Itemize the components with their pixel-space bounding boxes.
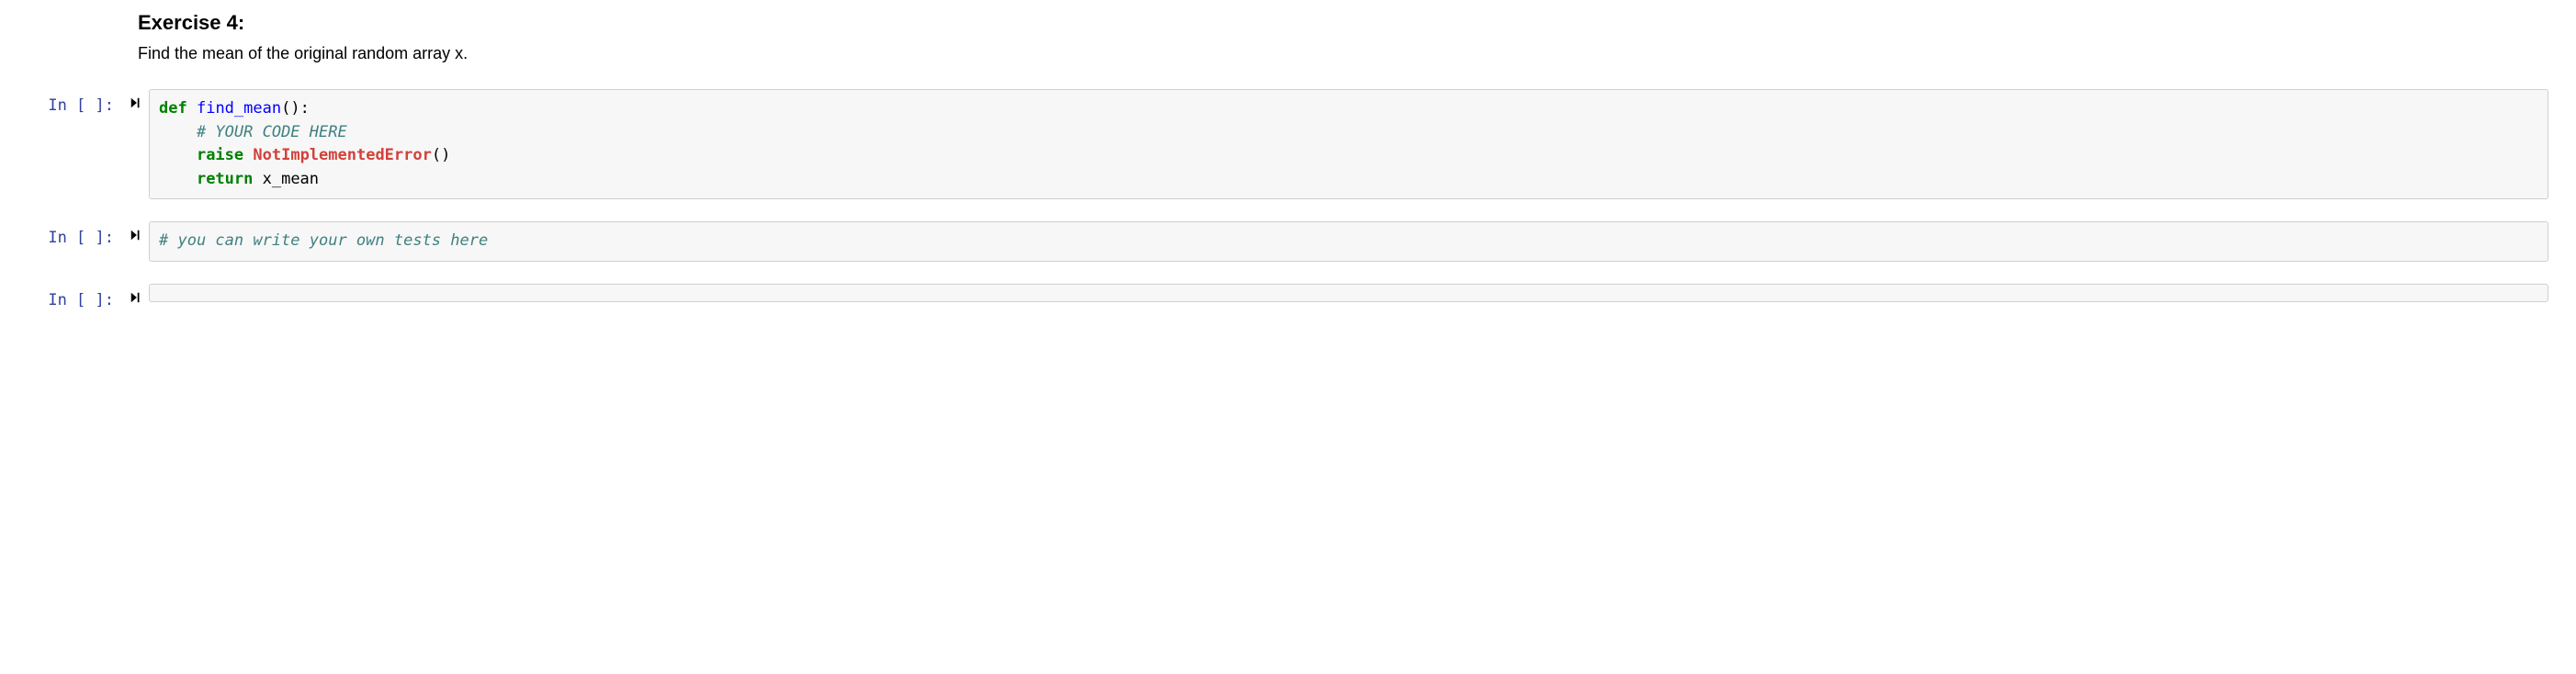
keyword-def: def <box>159 99 187 118</box>
markdown-cell: Exercise 4: Find the mean of the origina… <box>138 0 2548 89</box>
code-input[interactable]: # you can write your own tests here <box>149 221 2548 262</box>
exception-name: NotImplementedError <box>253 146 431 164</box>
function-name: find_mean <box>197 99 281 118</box>
code-input[interactable]: def find_mean(): # YOUR CODE HERE raise … <box>149 89 2548 199</box>
run-cell-button[interactable] <box>119 89 149 109</box>
comment: # you can write your own tests here <box>159 231 488 250</box>
input-prompt: In [ ]: <box>0 221 119 247</box>
input-prompt: In [ ]: <box>0 89 119 115</box>
exercise-heading: Exercise 4: <box>138 11 2548 35</box>
run-next-icon <box>130 96 142 109</box>
run-cell-button[interactable] <box>119 221 149 242</box>
code-cell: In [ ]: # you can write your own tests h… <box>0 221 2548 262</box>
code-text: (): <box>281 99 310 118</box>
notebook: Exercise 4: Find the mean of the origina… <box>0 0 2576 309</box>
code-text: x_mean <box>253 170 319 188</box>
run-next-icon <box>130 229 142 242</box>
keyword-return: return <box>197 170 253 188</box>
exercise-description: Find the mean of the original random arr… <box>138 44 2548 63</box>
run-next-icon <box>130 291 142 304</box>
code-input[interactable] <box>149 284 2548 302</box>
input-prompt: In [ ]: <box>0 284 119 309</box>
comment: # YOUR CODE HERE <box>197 123 347 141</box>
code-cell: In [ ]: def find_mean(): # YOUR CODE HER… <box>0 89 2548 199</box>
keyword-raise: raise <box>197 146 243 164</box>
code-cell: In [ ]: <box>0 284 2548 309</box>
run-cell-button[interactable] <box>119 284 149 304</box>
code-text: () <box>432 146 450 164</box>
